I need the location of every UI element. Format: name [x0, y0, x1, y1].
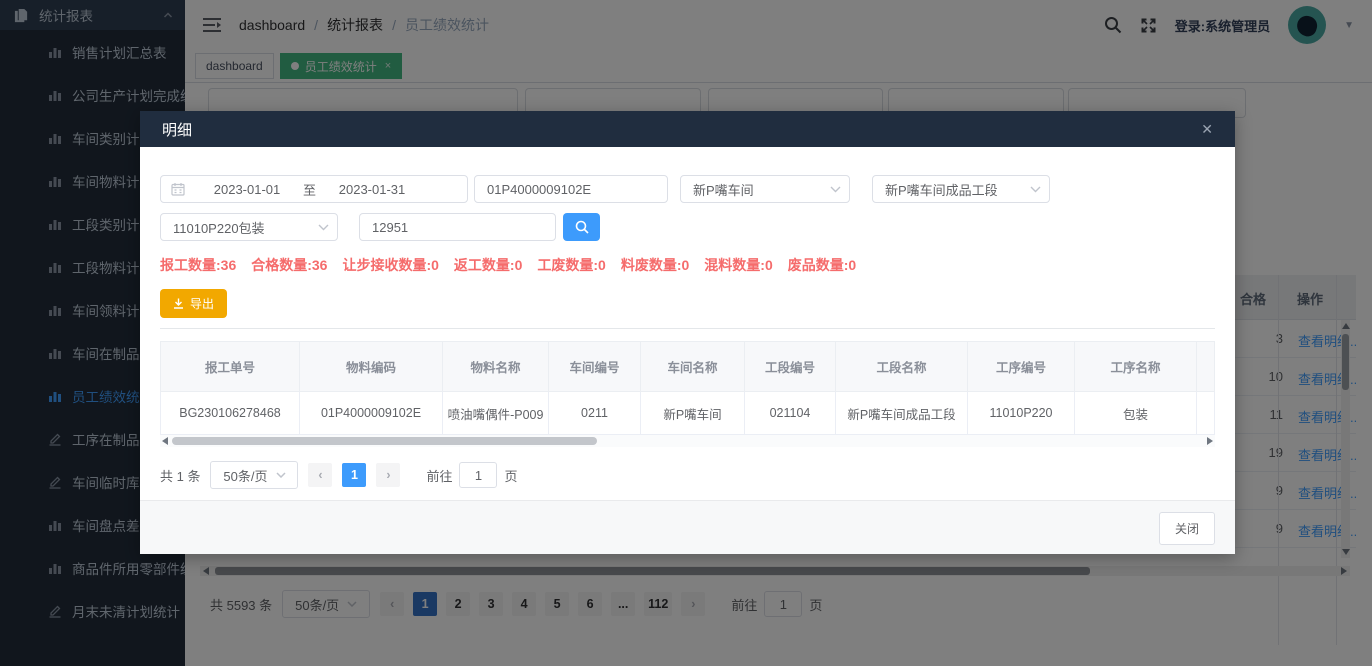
- cell-workshop-code: 0211: [549, 392, 641, 435]
- export-button[interactable]: 导出: [160, 289, 227, 318]
- cell-report-no: BG230106278468: [161, 392, 300, 435]
- cell-clipped: [1197, 392, 1215, 435]
- cell-section-name: 新P嘴车间成品工段: [836, 392, 968, 435]
- stat-mixed-material-qty: 混料数量:0: [704, 255, 772, 275]
- export-label: 导出: [190, 295, 214, 312]
- summary-stats: 报工数量:36 合格数量:36 让步接收数量:0 返工数量:0 工废数量:0 料…: [160, 255, 1215, 275]
- material-code-input[interactable]: [474, 175, 668, 203]
- page-button-1[interactable]: 1: [342, 463, 366, 487]
- employee-number-input[interactable]: [359, 213, 556, 241]
- next-page-button[interactable]: ›: [376, 463, 400, 487]
- cell-process-name: 包装: [1075, 392, 1197, 435]
- goto-page: 前往 页: [426, 462, 517, 488]
- scroll-thumb[interactable]: [172, 437, 597, 445]
- cell-material-code: 01P4000009102E: [300, 392, 443, 435]
- chevron-down-icon: [276, 472, 286, 478]
- col-clipped: [1197, 342, 1215, 392]
- download-icon: [173, 298, 184, 309]
- col-process-name: 工序名称: [1075, 342, 1197, 392]
- stat-qualified-qty: 合格数量:36: [251, 255, 327, 275]
- per-page-select[interactable]: 50条/页: [210, 461, 298, 489]
- end-date-input[interactable]: [324, 182, 420, 197]
- total-count: 共 1 条: [160, 466, 200, 485]
- filter-row-2: 11010P220包装: [160, 213, 1215, 241]
- col-report-no: 报工单号: [161, 342, 300, 392]
- stat-rework-qty: 返工数量:0: [454, 255, 522, 275]
- modal-body: 至 新P嘴车间 新P嘴车间成品工段 11010P220包装: [140, 147, 1235, 500]
- process-select[interactable]: 11010P220包装: [160, 213, 338, 241]
- table-row: BG230106278468 01P4000009102E 喷油嘴偶件-P009…: [161, 392, 1215, 435]
- goto-page-input[interactable]: [459, 462, 497, 488]
- close-button[interactable]: 关闭: [1159, 512, 1215, 545]
- date-range-separator: 至: [303, 180, 316, 199]
- process-select-value: 11010P220包装: [173, 218, 265, 237]
- search-button[interactable]: [563, 213, 600, 241]
- cell-process-code: 11010P220: [968, 392, 1075, 435]
- modal-pagination: 共 1 条 50条/页 ‹ 1 › 前往 页: [160, 461, 1215, 489]
- close-icon[interactable]: ✕: [1201, 121, 1213, 138]
- chevron-down-icon: [1030, 186, 1041, 193]
- per-page-value: 50条/页: [223, 466, 267, 485]
- page-unit-label: 页: [504, 466, 517, 485]
- calendar-icon: [171, 182, 185, 196]
- section-select[interactable]: 新P嘴车间成品工段: [872, 175, 1050, 203]
- col-material-code: 物料编码: [300, 342, 443, 392]
- modal-title: 明细: [162, 119, 192, 140]
- stat-concession-qty: 让步接收数量:0: [342, 255, 438, 275]
- col-section-code: 工段编号: [745, 342, 836, 392]
- modal-header: 明细 ✕: [140, 111, 1235, 147]
- col-workshop-name: 车间名称: [641, 342, 745, 392]
- workshop-select[interactable]: 新P嘴车间: [680, 175, 850, 203]
- table-header-row: 报工单号 物料编码 物料名称 车间编号 车间名称 工段编号 工段名称 工序编号 …: [161, 342, 1215, 392]
- stat-waste-qty: 废品数量:0: [788, 255, 856, 275]
- chevron-down-icon: [318, 224, 329, 231]
- filter-row-1: 至 新P嘴车间 新P嘴车间成品工段: [160, 175, 1215, 203]
- divider: [160, 328, 1215, 329]
- cell-workshop-name: 新P嘴车间: [641, 392, 745, 435]
- col-workshop-code: 车间编号: [549, 342, 641, 392]
- detail-modal: 明细 ✕ 至 新P嘴车间 新P嘴车间成品工段: [140, 111, 1235, 554]
- section-select-value: 新P嘴车间成品工段: [885, 180, 998, 199]
- col-section-name: 工段名称: [836, 342, 968, 392]
- stat-process-scrap-qty: 工废数量:0: [537, 255, 605, 275]
- col-material-name: 物料名称: [443, 342, 549, 392]
- prev-page-button[interactable]: ‹: [308, 463, 332, 487]
- detail-table: 报工单号 物料编码 物料名称 车间编号 车间名称 工段编号 工段名称 工序编号 …: [160, 341, 1215, 435]
- scroll-right-arrow[interactable]: [1207, 437, 1213, 445]
- modal-footer: 关闭: [140, 500, 1235, 554]
- cell-material-name: 喷油嘴偶件-P009: [443, 392, 549, 435]
- goto-label: 前往: [426, 466, 452, 485]
- stat-material-scrap-qty: 料废数量:0: [621, 255, 689, 275]
- modal-horizontal-scrollbar[interactable]: [160, 435, 1215, 447]
- chevron-down-icon: [830, 186, 841, 193]
- cell-section-code: 021104: [745, 392, 836, 435]
- workshop-select-value: 新P嘴车间: [693, 180, 754, 199]
- search-icon: [575, 220, 589, 234]
- stat-reported-qty: 报工数量:36: [160, 255, 236, 275]
- start-date-input[interactable]: [199, 182, 295, 197]
- col-process-code: 工序编号: [968, 342, 1075, 392]
- scroll-left-arrow[interactable]: [162, 437, 168, 445]
- date-range-picker[interactable]: 至: [160, 175, 468, 203]
